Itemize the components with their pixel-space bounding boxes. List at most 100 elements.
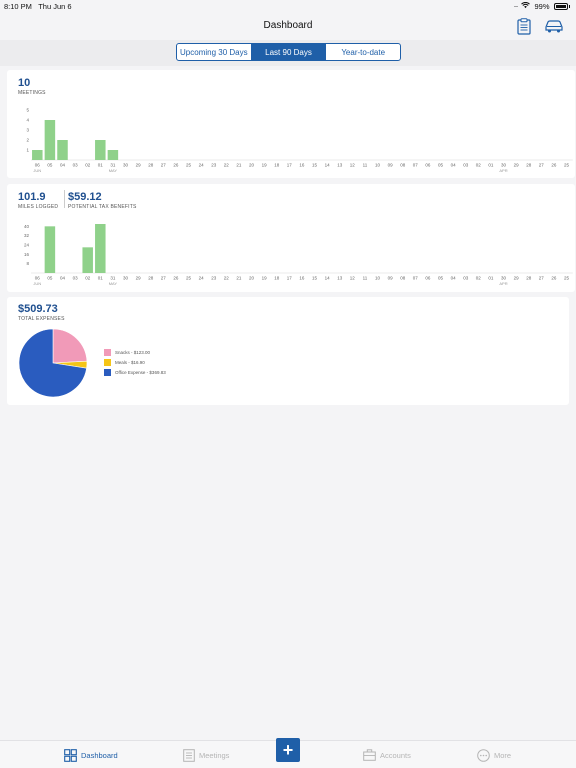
y-tick-label: 4 (26, 118, 29, 123)
x-tick-label: 20 (249, 163, 255, 168)
x-tick-label: 02 (85, 163, 91, 168)
x-tick-label: 09 (388, 276, 394, 281)
x-tick-label: 27 (539, 276, 545, 281)
bar (32, 150, 43, 160)
y-tick-label: 24 (24, 243, 30, 248)
x-tick-label: 26 (551, 163, 557, 168)
add-button[interactable]: + (276, 738, 300, 762)
legend-swatch-office (104, 369, 111, 376)
miles-bar-chart: 8 16 24 32 40 06 05 04 03 02 01 31 30 29 28 27 26 25 24 23 2… (24, 224, 573, 286)
meetings-icon (183, 749, 195, 762)
x-tick-label: 01 (98, 163, 104, 168)
x-tick-label: 03 (73, 163, 79, 168)
x-tick-label: 15 (312, 276, 318, 281)
x-tick-label: 29 (514, 163, 520, 168)
x-tick-label: 07 (413, 163, 419, 168)
x-tick-label: 04 (60, 163, 66, 168)
month-label: JUN (33, 168, 41, 173)
date-range-segmented-control: Upcoming 30 Days Last 90 Days Year-to-da… (176, 43, 401, 61)
tab-accounts[interactable]: Accounts (363, 749, 411, 761)
x-tick-label: 18 (274, 276, 280, 281)
x-tick-label: 05 (438, 163, 444, 168)
x-tick-label: 29 (514, 276, 520, 281)
legend-item: Office Expense - $369.83 (104, 369, 166, 376)
x-tick-label: 25 (186, 163, 192, 168)
y-tick-label: 16 (24, 252, 30, 257)
x-tick-label: 26 (551, 276, 557, 281)
x-tick-label: 05 (47, 163, 53, 168)
x-tick-label: 12 (350, 163, 356, 168)
x-tick-label: 13 (337, 276, 343, 281)
month-label: APR (499, 281, 507, 286)
signal-icon: ···· (513, 3, 518, 10)
x-tick-label: 22 (224, 163, 230, 168)
x-tick-label: 03 (73, 276, 79, 281)
tab-dashboard[interactable]: Dashboard (64, 749, 118, 762)
x-tick-label: 25 (564, 163, 570, 168)
x-tick-label: 17 (287, 163, 293, 168)
x-tick-label: 28 (148, 163, 154, 168)
miles-card[interactable]: 101.9 MILES LOGGED $59.12 POTENTIAL TAX … (7, 184, 575, 292)
x-tick-label: 11 (363, 163, 368, 168)
x-tick-label: 01 (488, 276, 494, 281)
wifi-icon (521, 1, 531, 11)
tab-meetings[interactable]: Meetings (183, 749, 229, 762)
tab-more-label: More (494, 751, 512, 760)
bar (95, 140, 106, 160)
x-tick-label: 30 (123, 276, 129, 281)
x-tick-label: 23 (211, 163, 217, 168)
y-tick-label: 1 (26, 148, 29, 153)
x-tick-label: 04 (451, 163, 457, 168)
bar (44, 120, 56, 160)
page-title: Dashboard (263, 20, 313, 31)
x-tick-label: 26 (173, 276, 179, 281)
expenses-legend: Snacks - $123.00 Meals - $16.90 Office E… (104, 349, 166, 379)
pie-slice (52, 328, 88, 364)
bar (44, 226, 56, 273)
x-tick-label: 14 (325, 276, 331, 281)
x-tick-label: 08 (400, 163, 406, 168)
car-icon[interactable] (544, 17, 564, 35)
x-tick-label: 30 (501, 276, 507, 281)
legend-swatch-meals (104, 359, 111, 366)
bar (82, 247, 93, 273)
segment-year-to-date[interactable]: Year-to-date (326, 44, 400, 60)
y-tick-label: 40 (24, 224, 30, 229)
x-tick-label: 08 (400, 276, 406, 281)
x-tick-label: 28 (526, 163, 532, 168)
segment-upcoming-30[interactable]: Upcoming 30 Days (177, 44, 252, 60)
tab-more[interactable]: More (477, 749, 511, 762)
segment-last-90[interactable]: Last 90 Days (251, 44, 327, 60)
month-label: JUN (33, 281, 41, 286)
x-tick-label: 11 (363, 276, 368, 281)
x-tick-label: 03 (463, 163, 469, 168)
tab-dashboard-label: Dashboard (81, 751, 118, 760)
y-tick-label: 3 (26, 128, 29, 133)
x-tick-label: 31 (110, 163, 116, 168)
y-tick-label: 2 (26, 138, 29, 143)
x-tick-label: 05 (438, 276, 444, 281)
y-tick-label: 8 (26, 261, 29, 266)
segment-bar: Upcoming 30 Days Last 90 Days Year-to-da… (0, 40, 576, 66)
dashboard-icon (64, 749, 77, 762)
legend-item: Meals - $16.90 (104, 359, 166, 366)
legend-label-snacks: Snacks - $123.00 (115, 350, 151, 355)
tab-accounts-label: Accounts (380, 750, 411, 760)
x-tick-label: 13 (337, 163, 343, 168)
x-tick-label: 10 (375, 276, 381, 281)
x-tick-label: 27 (539, 163, 545, 168)
month-label: MAY (109, 168, 118, 173)
x-tick-label: 09 (388, 163, 394, 168)
x-tick-label: 04 (60, 276, 66, 281)
x-tick-label: 28 (526, 276, 532, 281)
expenses-card[interactable]: $509.73 TOTAL EXPENSES Snacks - $123.00 … (7, 297, 569, 405)
expenses-value: $509.73 (18, 303, 58, 315)
clipboard-icon[interactable] (514, 17, 534, 35)
x-tick-label: 07 (413, 276, 419, 281)
y-tick-label: 5 (26, 108, 29, 113)
month-label: APR (499, 168, 507, 173)
meetings-card[interactable]: 10 MEETINGS 1 2 3 4 5 06 05 04 03 02 01 31 30 29 28 27 2… (7, 70, 575, 178)
bar (107, 150, 119, 160)
legend-swatch-snacks (104, 349, 111, 356)
legend-item: Snacks - $123.00 (104, 349, 166, 356)
